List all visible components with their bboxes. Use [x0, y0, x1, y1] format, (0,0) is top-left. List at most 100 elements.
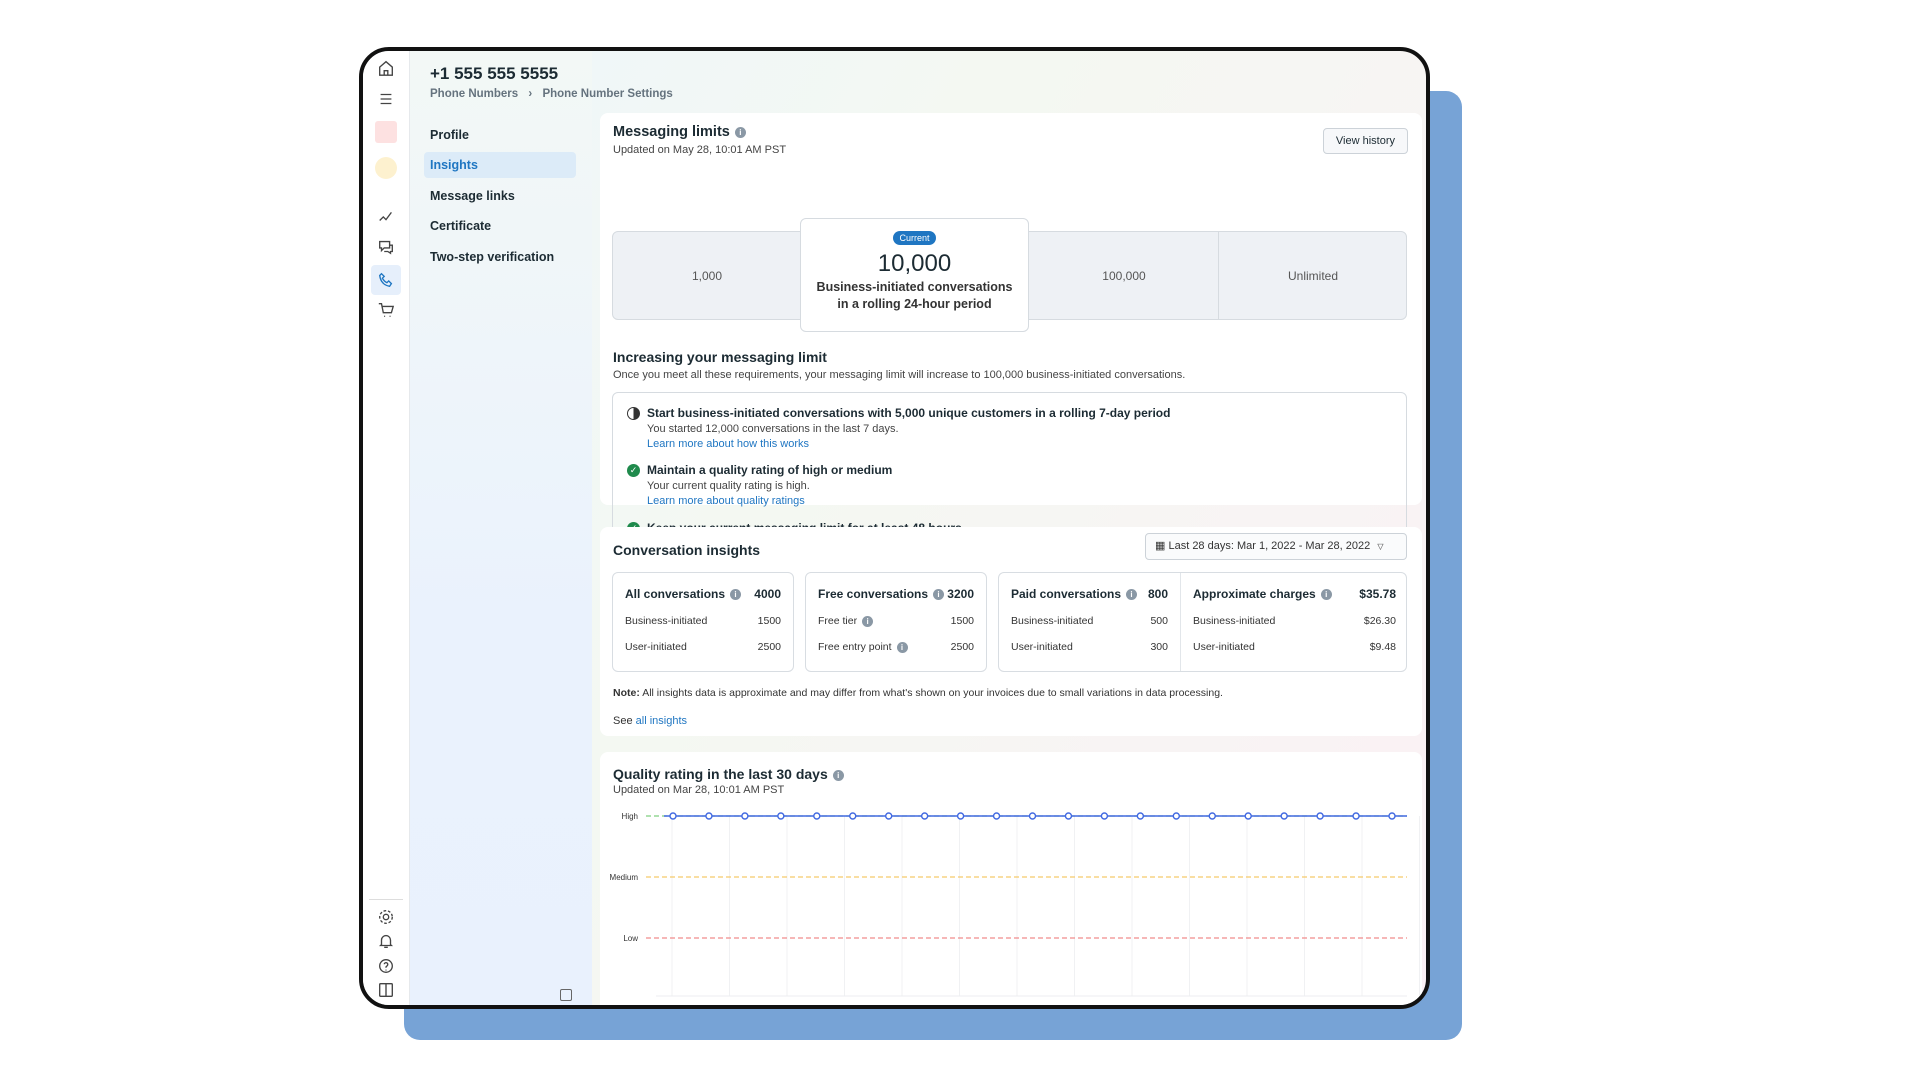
- subnav-item-insights[interactable]: Insights: [424, 152, 576, 178]
- row-value: $26.30: [1363, 615, 1396, 627]
- breadcrumb-current: Phone Number Settings: [542, 88, 673, 100]
- data-point: [1064, 812, 1073, 820]
- subnav-item-profile[interactable]: Profile: [424, 122, 576, 148]
- card-title: Paid conversations: [1011, 587, 1122, 601]
- data-point: [777, 812, 785, 820]
- breadcrumb-phone-numbers[interactable]: Phone Numbers: [430, 88, 518, 100]
- row-value: 300: [1150, 641, 1168, 653]
- row-value: 1500: [950, 615, 974, 627]
- subnav-item-two-step-verification[interactable]: Two-step verification: [424, 244, 576, 270]
- data-point: [1316, 812, 1324, 820]
- current-badge: Current: [893, 231, 936, 245]
- row-label: Free tier: [818, 615, 858, 627]
- data-point: [992, 812, 1001, 820]
- row-label: Business-initiated: [1193, 615, 1276, 627]
- card-title: All conversations: [625, 587, 726, 601]
- row-value: 1500: [757, 615, 781, 627]
- subnav-item-message-links[interactable]: Message links: [424, 183, 576, 209]
- info-icon[interactable]: i: [1126, 589, 1138, 601]
- card-total: $35.78: [1359, 587, 1396, 601]
- data-point: [669, 812, 677, 820]
- app-tile-yellow[interactable]: [371, 155, 401, 181]
- row-value: $9.48: [1369, 641, 1396, 653]
- info-icon[interactable]: i: [1320, 589, 1332, 601]
- data-point: [1244, 812, 1252, 820]
- panel-toggle-icon[interactable]: [371, 977, 401, 1003]
- row-label: User-initiated: [1193, 641, 1255, 653]
- card-title: Approximate charges: [1193, 587, 1316, 601]
- all-insights-link[interactable]: all insights: [636, 715, 687, 727]
- learn-more-link[interactable]: Learn more about quality ratings: [647, 495, 892, 507]
- increase-desc: Once you meet all these requirements, yo…: [613, 369, 1186, 381]
- y-tick-label-low: Low: [623, 934, 638, 943]
- app-tile-pink[interactable]: [371, 119, 401, 145]
- chevron-right-icon: ›: [528, 88, 533, 100]
- home-icon[interactable]: [371, 55, 401, 81]
- info-icon[interactable]: i: [896, 641, 908, 653]
- tier-unlimited: Unlimited: [1218, 232, 1407, 319]
- card-title: Free conversations: [818, 587, 929, 601]
- breadcrumb: Phone Numbers › Phone Number Settings: [430, 88, 673, 100]
- chevron-down-icon: ▽: [1377, 542, 1384, 551]
- data-point: [1172, 812, 1180, 820]
- gear-icon[interactable]: [371, 904, 401, 930]
- increase-title: Increasing your messaging limit: [613, 349, 827, 365]
- subnav-item-certificate[interactable]: Certificate: [424, 213, 576, 239]
- row-label: User-initiated: [625, 641, 687, 653]
- quality-chart: Low Medium High: [610, 812, 1420, 997]
- bell-icon[interactable]: [371, 928, 401, 954]
- insight-card-paid: Paid conversations i 800 Business-initiate…: [998, 572, 1407, 672]
- analytics-icon[interactable]: [371, 203, 401, 229]
- requirement-detail: Your current quality rating is high.: [647, 480, 810, 492]
- chat-icon[interactable]: [371, 234, 401, 260]
- icon-rail: [363, 51, 410, 1005]
- quality-rating-card: Quality rating in the last 30 days i Upda…: [600, 752, 1422, 1005]
- insights-note: Note: All insights data is approximate a…: [613, 687, 1223, 699]
- row-value: 2500: [757, 641, 781, 653]
- cart-icon[interactable]: [371, 297, 401, 323]
- title-text: Quality rating in the last 30 days: [613, 766, 828, 782]
- approximate-charges: Approximate charges i $35.78 Business-init…: [1181, 573, 1408, 671]
- info-icon[interactable]: i: [734, 126, 746, 138]
- data-point: [1280, 812, 1288, 820]
- data-point: [920, 812, 929, 820]
- phone-icon[interactable]: [371, 265, 401, 295]
- data-point: [1208, 812, 1216, 820]
- quality-title: Quality rating in the last 30 days i: [613, 766, 844, 782]
- data-point: [1100, 812, 1109, 820]
- insight-card-free: Free conversations i 3200 Free tier i 1500 F…: [805, 572, 987, 672]
- tier-1000: 1,000: [691, 268, 723, 283]
- view-history-button[interactable]: View history: [1322, 128, 1408, 154]
- messaging-limits-title: Messaging limits i: [613, 124, 746, 140]
- row-label: Business-initiated: [625, 615, 708, 627]
- data-point: [1136, 812, 1145, 820]
- info-icon[interactable]: i: [862, 615, 874, 627]
- tier-100000: 100,000: [1102, 268, 1146, 283]
- messaging-limits-card: Messaging limits i Updated on May 28, 10:…: [600, 113, 1422, 547]
- info-icon[interactable]: i: [933, 589, 945, 601]
- limits-updated: Updated on May 28, 10:01 AM PST: [613, 144, 787, 156]
- note-text: All insights data is approximate and may…: [642, 687, 1223, 699]
- rail-divider: [369, 899, 403, 900]
- card-total: 4000: [754, 587, 781, 601]
- row-label: Free entry point: [818, 641, 892, 653]
- menu-icon[interactable]: [371, 86, 401, 112]
- row-label: Business-initiated: [1011, 615, 1094, 627]
- info-icon[interactable]: i: [730, 589, 742, 601]
- current-limit-desc-1: Business-initiated conversations: [816, 280, 1013, 294]
- collapse-panel-icon[interactable]: [560, 989, 572, 1001]
- info-icon[interactable]: i: [832, 769, 844, 781]
- data-point: [741, 812, 749, 820]
- current-limit-desc-2: in a rolling 24-hour period: [837, 297, 992, 311]
- requirement-title: Maintain a quality rating of high or med…: [647, 463, 893, 477]
- help-icon[interactable]: [371, 953, 401, 979]
- data-point: [956, 812, 965, 820]
- settings-subnav: Profile Insights Message links Certifica…: [410, 51, 592, 1005]
- requirement-item: ✓ Maintain a quality rating of high or m…: [627, 463, 892, 507]
- row-label: User-initiated: [1011, 641, 1073, 653]
- learn-more-link[interactable]: Learn more about how this works: [647, 438, 1170, 450]
- requirement-item: Start business-initiated conversations w…: [627, 406, 1170, 450]
- see-text: See: [613, 715, 633, 727]
- date-range-value: Last 28 days: Mar 1, 2022 - Mar 28, 2022: [1168, 540, 1371, 552]
- date-range-dropdown[interactable]: ▦ Last 28 days: Mar 1, 2022 - Mar 28, 20…: [1145, 533, 1407, 560]
